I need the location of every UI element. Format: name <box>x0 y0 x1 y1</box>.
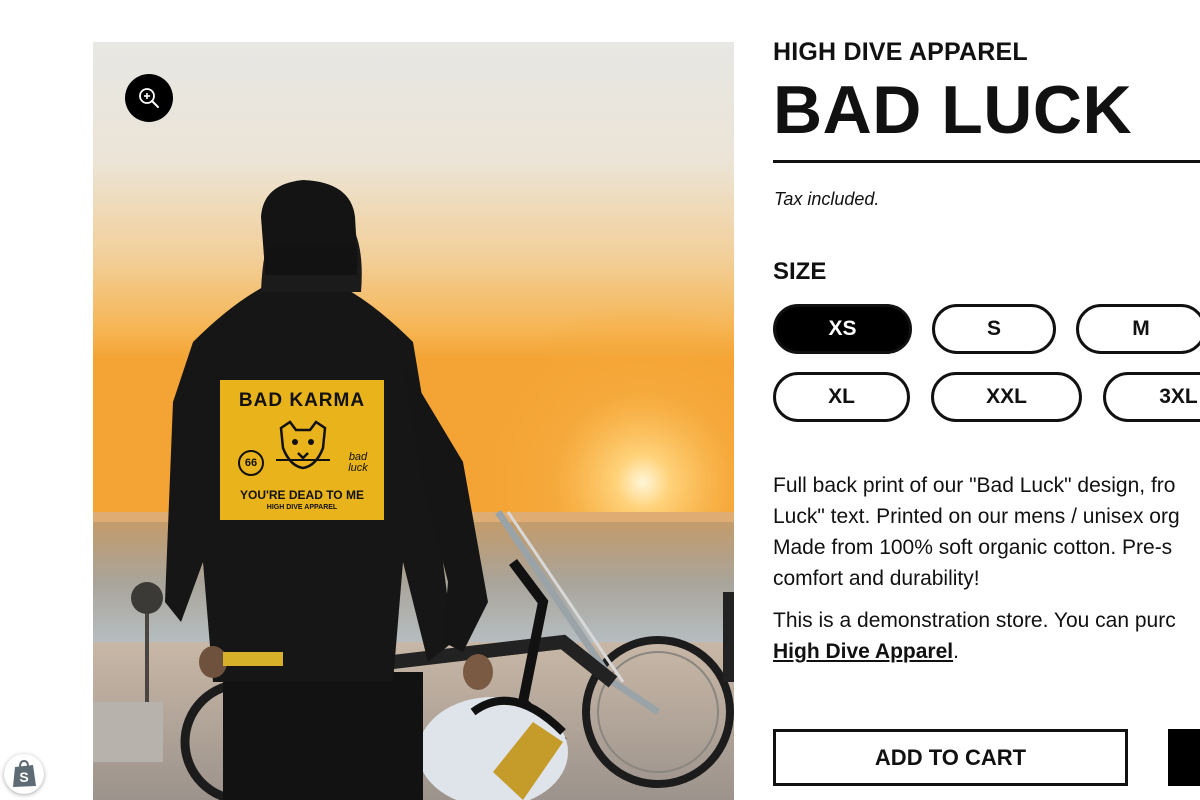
product-vendor[interactable]: HIGH DIVE APPAREL <box>773 38 1028 67</box>
product-photo <box>93 42 734 800</box>
size-option-label: XXL <box>986 385 1027 408</box>
size-option-xl[interactable]: XL <box>773 372 910 422</box>
svg-text:S: S <box>19 769 28 785</box>
zoom-in-icon <box>139 88 159 108</box>
vendor-link[interactable]: High Dive Apparel <box>773 640 953 663</box>
description-line: comfort and durability! <box>773 567 980 590</box>
buy-now-button[interactable] <box>1168 729 1200 786</box>
description-line: Luck" text. Printed on our mens / unisex… <box>773 505 1180 528</box>
zoom-button[interactable] <box>125 74 173 122</box>
size-option-xs[interactable]: XS <box>773 304 912 354</box>
product-title: BAD LUCK <box>773 72 1133 148</box>
print-script: bad luck <box>348 451 368 474</box>
size-option-s[interactable]: S <box>932 304 1056 354</box>
print-graphic: BAD KARMA 66 bad luck YOU'RE DEAD TO ME … <box>220 380 384 520</box>
size-option-label: 3XL <box>1159 385 1198 408</box>
product-description: Full back print of our "Bad Luck" design… <box>773 470 1200 667</box>
product-image[interactable]: BAD KARMA 66 bad luck YOU'RE DEAD TO ME … <box>93 42 734 800</box>
print-badge-text: 66 <box>244 457 258 469</box>
product-page: BAD KARMA 66 bad luck YOU'RE DEAD TO ME … <box>0 0 1200 800</box>
product-info: HIGH DIVE APPAREL BAD LUCK Tax included.… <box>773 0 1200 800</box>
shopify-badge[interactable]: S <box>4 754 44 794</box>
description-paragraph: Full back print of our "Bad Luck" design… <box>773 470 1200 594</box>
print-footer: HIGH DIVE APPAREL <box>266 504 338 511</box>
demo-store-suffix: . <box>953 640 959 663</box>
size-option-3xl[interactable]: 3XL <box>1103 372 1200 422</box>
size-option-label: XS <box>828 317 857 340</box>
demo-store-text: This is a demonstration store. You can p… <box>773 609 1176 632</box>
tax-note: Tax included. <box>774 189 880 209</box>
demo-store-note: This is a demonstration store. You can p… <box>773 605 1200 667</box>
size-label: SIZE <box>773 258 827 285</box>
size-option-label: XL <box>828 385 855 408</box>
shopify-bag-icon: S <box>13 760 36 787</box>
print-badge: 66 <box>238 450 264 476</box>
description-line: Full back print of our "Bad Luck" design… <box>773 474 1176 497</box>
size-option-m[interactable]: M <box>1076 304 1200 354</box>
description-line: Made from 100% soft organic cotton. Pre-… <box>773 536 1173 559</box>
size-option-label: M <box>1132 317 1150 340</box>
add-to-cart-button[interactable]: ADD TO CART <box>773 729 1128 786</box>
size-option-label: S <box>986 317 1001 340</box>
print-leopard-icon <box>276 420 330 470</box>
size-option-xxl[interactable]: XXL <box>931 372 1082 422</box>
print-headline: BAD KARMA <box>238 390 366 411</box>
title-divider <box>773 160 1200 163</box>
print-tagline: YOU'RE DEAD TO ME <box>240 488 364 502</box>
